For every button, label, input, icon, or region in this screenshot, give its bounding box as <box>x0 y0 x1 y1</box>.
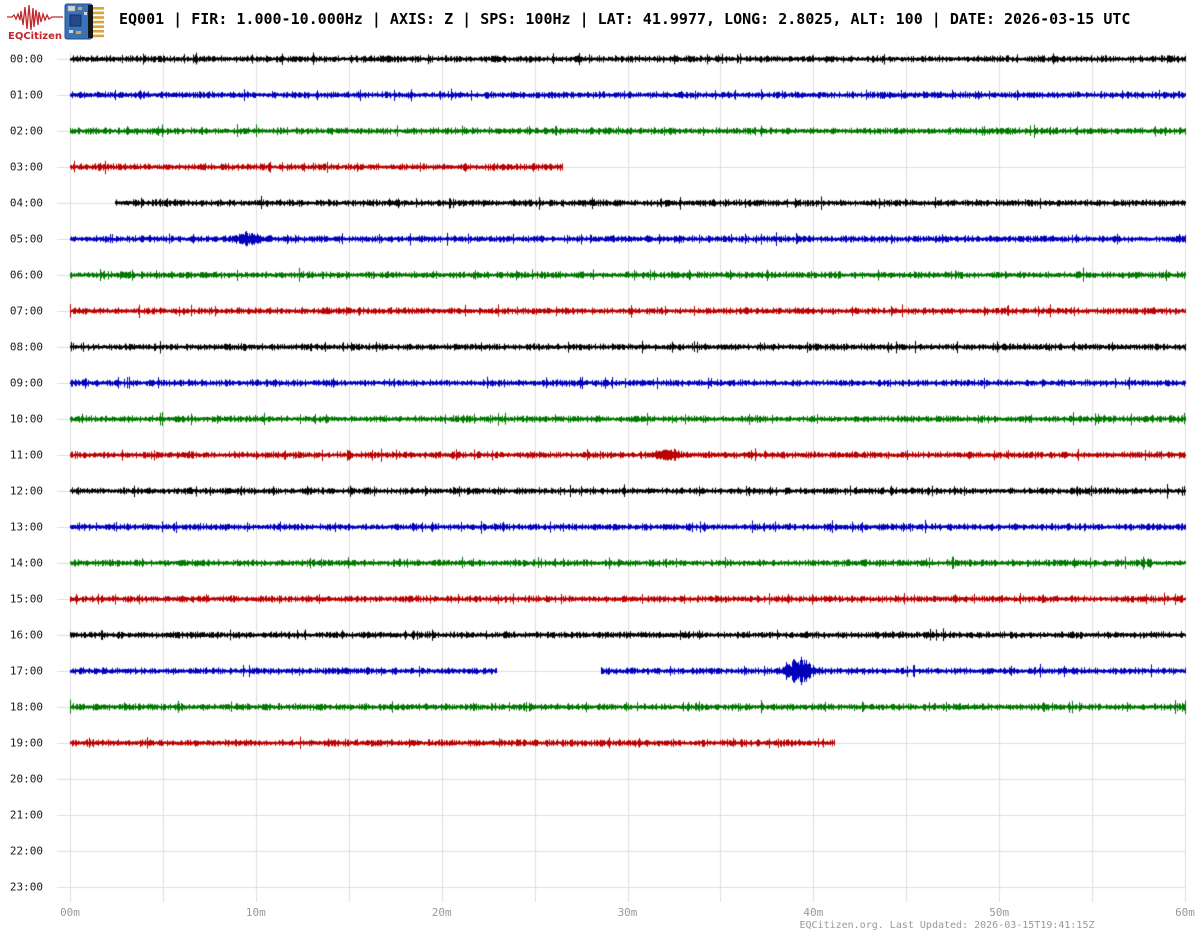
y-axis-hour-label: 14:00 <box>9 556 43 570</box>
y-axis-hour-label: 15:00 <box>9 592 43 606</box>
y-axis-hour-label: 23:00 <box>9 880 43 894</box>
x-axis-tick-label: 50m <box>989 906 1010 919</box>
y-axis-hour-label: 22:00 <box>9 844 43 858</box>
eqcitizen-logo-text: EQCitizen <box>8 31 62 42</box>
helicorder-app: EQCitizen EQ001 | FIR: 1.000-10.000Hz | … <box>0 0 1200 940</box>
header-bar: EQCitizen EQ001 | FIR: 1.000-10.000Hz | … <box>0 0 1200 44</box>
y-axis-hour-label: 00:00 <box>9 52 43 66</box>
y-axis-hour-label: 19:00 <box>9 736 43 750</box>
sensor-board-icon <box>64 3 104 40</box>
y-axis-hour-label: 16:00 <box>9 628 43 642</box>
eqcitizen-logo: EQCitizen <box>7 4 63 42</box>
y-axis-hour-label: 05:00 <box>9 232 43 246</box>
y-axis-hour-label: 18:00 <box>9 700 43 714</box>
seismic-wave-icon <box>7 4 63 31</box>
x-axis-tick-label: 40m <box>803 906 824 919</box>
y-axis-hour-label: 03:00 <box>9 160 43 174</box>
y-axis-hour-label: 20:00 <box>9 772 43 786</box>
x-axis-tick-label: 10m <box>245 906 266 919</box>
y-axis-hour-label: 02:00 <box>9 124 43 138</box>
x-axis-tick-label: 00m <box>60 906 80 919</box>
station-info-title: EQ001 | FIR: 1.000-10.000Hz | AXIS: Z | … <box>119 10 1131 28</box>
helicorder-plot-canvas <box>0 0 1200 940</box>
y-axis-hour-label: 21:00 <box>9 808 43 822</box>
y-axis-hour-label: 17:00 <box>9 664 43 678</box>
last-updated-status: EQCitizen.org. Last Updated: 2026-03-15T… <box>799 920 1095 931</box>
y-axis-hour-label: 04:00 <box>9 196 43 210</box>
x-axis-tick-label: 60m <box>1175 906 1195 919</box>
x-axis-tick-label: 20m <box>431 906 452 919</box>
y-axis-hour-label: 09:00 <box>9 376 43 390</box>
y-axis-hour-label: 08:00 <box>9 340 43 354</box>
y-axis-hour-label: 01:00 <box>9 88 43 102</box>
y-axis-hour-label: 10:00 <box>9 412 43 426</box>
y-axis-hour-label: 13:00 <box>9 520 43 534</box>
y-axis-hour-label: 12:00 <box>9 484 43 498</box>
x-axis-tick-label: 30m <box>617 906 638 919</box>
y-axis-hour-label: 06:00 <box>9 268 43 282</box>
y-axis-hour-label: 11:00 <box>9 448 43 462</box>
y-axis-hour-label: 07:00 <box>9 304 43 318</box>
